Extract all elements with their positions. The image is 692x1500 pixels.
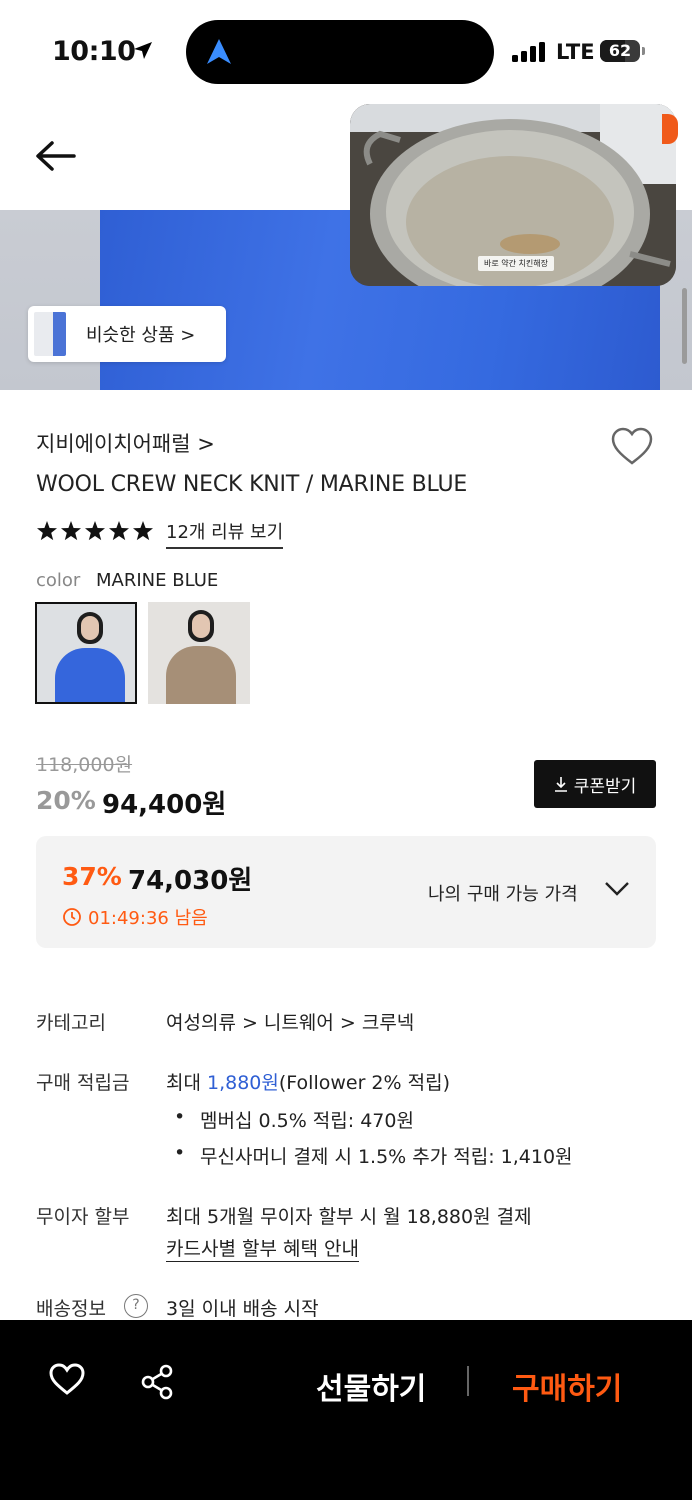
battery-icon: 62 [600, 40, 640, 62]
scrollbar[interactable] [682, 288, 687, 364]
category-label: 카테고리 [36, 1012, 106, 1034]
points-bullet-membership: 멤버십 0.5% 적립: 470원 [174, 1106, 414, 1133]
countdown-timer: 01:49:36 남음 [62, 904, 208, 930]
similar-products-label: 비슷한 상품 > [86, 325, 196, 346]
star-icon [133, 521, 153, 541]
star-icon [37, 521, 57, 541]
points-bullet-money: 무신사머니 결제 시 1.5% 추가 적립: 1,410원 [174, 1142, 573, 1169]
chevron-down-icon[interactable] [604, 880, 630, 898]
coupon-label: 쿠폰받기 [573, 776, 637, 797]
original-price: 118,000원 [36, 754, 133, 776]
battery-level: 62 [608, 41, 632, 60]
share-icon[interactable] [140, 1364, 176, 1400]
button-divider [467, 1366, 469, 1396]
status-time: 10:10 [52, 36, 136, 67]
pip-video-player[interactable]: 바로 약간 치킨해장 [350, 104, 676, 286]
points-suffix: (Follower 2% 적립) [278, 1072, 450, 1094]
color-swatch-marine-blue[interactable] [35, 602, 137, 704]
heart-icon[interactable] [610, 426, 654, 466]
status-bar: 10:10 LTE 62 [0, 0, 692, 100]
points-label: 구매 적립금 [36, 1072, 130, 1094]
swatch-sweater [55, 648, 125, 702]
brand-link[interactable]: 지비에이치어패럴 > [36, 428, 215, 458]
swatch-face [81, 616, 99, 640]
installment-label: 무이자 할부 [36, 1206, 130, 1228]
shipping-label: 배송정보 [36, 1298, 106, 1320]
gift-button[interactable]: 선물하기 [316, 1364, 426, 1408]
discount-percent: 20% [36, 786, 96, 815]
rating-stars [36, 520, 154, 542]
similar-products-button[interactable]: 비슷한 상품 > [28, 306, 226, 362]
best-price-box[interactable]: 37% 74,030원 01:49:36 남음 나의 구매 가능 가격 [36, 836, 656, 948]
star-icon [61, 521, 81, 541]
coupon-button[interactable]: 쿠폰받기 [534, 760, 656, 808]
color-swatch-beige[interactable] [148, 602, 250, 704]
download-icon [554, 777, 567, 792]
similar-thumbnail [34, 312, 66, 356]
network-type: LTE [556, 40, 595, 64]
points-amount: 1,880원 [207, 1072, 279, 1094]
clock-icon [63, 908, 81, 926]
category-breadcrumb[interactable]: 여성의류 > 니트웨어 > 크루넥 [166, 1008, 414, 1035]
installment-value: 최대 5개월 무이자 할부 시 월 18,880원 결제 [166, 1206, 532, 1228]
dynamic-island [186, 20, 494, 84]
sale-price: 94,400원 [102, 790, 227, 820]
countdown-text: 01:49:36 남음 [88, 908, 208, 929]
star-icon [85, 521, 105, 541]
color-label: color [36, 570, 81, 591]
battery-tip [642, 47, 645, 55]
bottom-action-bar: 선물하기 구매하기 [0, 1320, 692, 1500]
review-link[interactable]: 12개 리뷰 보기 [166, 518, 284, 549]
star-icon [109, 521, 129, 541]
points-value: 최대 1,880원(Follower 2% 적립) [166, 1068, 450, 1095]
best-price-percent: 37% [62, 862, 122, 891]
swatch-sweater [166, 646, 236, 704]
navigation-icon [207, 39, 231, 64]
heart-icon[interactable] [48, 1362, 86, 1396]
back-arrow-icon[interactable] [30, 132, 82, 180]
color-value: MARINE BLUE [96, 570, 219, 591]
swatch-face [192, 614, 210, 638]
shipping-value: 3일 이내 배송 시작 [166, 1298, 319, 1320]
best-price-value: 74,030원 [128, 866, 253, 896]
installment-link[interactable]: 카드사별 할부 혜택 안내 [166, 1234, 359, 1262]
pip-caption: 바로 약간 치킨해장 [478, 256, 554, 271]
product-title: WOOL CREW NECK KNIT / MARINE BLUE [36, 472, 468, 497]
points-bullet-text: 무신사머니 결제 시 1.5% 추가 적립: 1,410원 [200, 1146, 573, 1168]
signal-icon [512, 42, 545, 62]
points-bullet-text: 멤버십 0.5% 적립: 470원 [200, 1110, 414, 1132]
pip-accent [662, 114, 678, 144]
points-prefix: 최대 [166, 1072, 207, 1094]
my-price-label: 나의 구매 가능 가격 [428, 884, 578, 905]
location-arrow-icon [134, 42, 152, 59]
installment-link-text: 카드사별 할부 혜택 안내 [166, 1238, 359, 1262]
buy-button[interactable]: 구매하기 [512, 1364, 622, 1408]
help-icon[interactable]: ? [124, 1294, 148, 1318]
